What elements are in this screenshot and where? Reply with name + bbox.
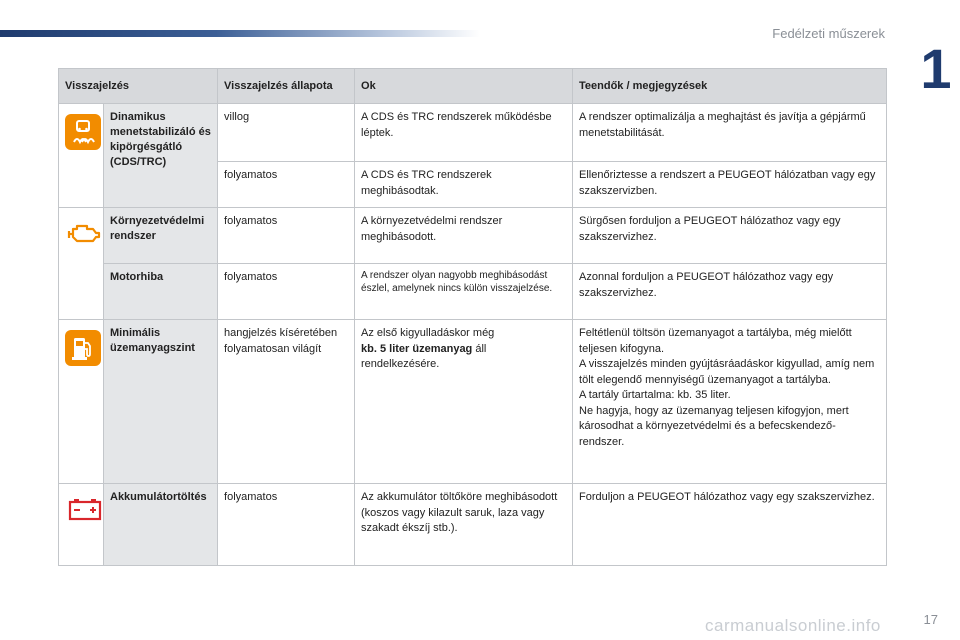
- lamp-action: Sürgősen forduljon a PEUGEOT hálózathoz …: [572, 207, 888, 264]
- lamp-cell: [58, 103, 104, 208]
- col-header-action: Teendők / megjegyzések: [572, 68, 888, 104]
- lamp-name: Környezetvédelmi rendszer: [102, 207, 219, 264]
- lamp-state: folyamatos: [217, 263, 356, 320]
- action-line: A tartály űrtartalma: kb. 35 liter.: [579, 389, 731, 401]
- lamp-state: hangjelzés kíséretében folyamatosan vilá…: [217, 319, 356, 484]
- lamp-cause: A CDS és TRC rendszerek meghibásodtak.: [354, 161, 574, 208]
- battery-icon: [65, 494, 105, 524]
- lamp-state: folyamatos: [217, 161, 356, 208]
- col-header-cause: Ok: [354, 68, 574, 104]
- section-title: Fedélzeti műszerek: [772, 26, 885, 41]
- table-row: Akkumulátortöltés folyamatos Az akkumulá…: [58, 483, 888, 566]
- fuel-pump-icon: [65, 330, 101, 366]
- action-line: Ne hagyja, hogy az üzemanyag teljesen ki…: [579, 404, 849, 448]
- col-header-state: Visszajelzés állapota: [217, 68, 356, 104]
- lamp-action: Ellenőriztesse a rendszert a PEUGEOT hál…: [572, 161, 888, 208]
- table-row: Környezetvédelmi rendszer folyamatos A k…: [58, 207, 888, 320]
- header-gradient-bar: [0, 30, 480, 37]
- lamp-cell: [58, 319, 104, 484]
- lamp-name: Minimális üzemanyagszint: [102, 319, 219, 484]
- table-row: Minimális üzemanyagszint hangjelzés kísé…: [58, 319, 888, 484]
- lamp-state: villog: [217, 103, 356, 162]
- lamp-action: Feltétlenül töltsön üzemanyagot a tartál…: [572, 319, 888, 484]
- table-header-row: Visszajelzés Visszajelzés állapota Ok Te…: [57, 68, 888, 104]
- page-number: 17: [923, 612, 938, 627]
- lamp-action: Forduljon a PEUGEOT hálózathoz vagy egy …: [572, 483, 888, 566]
- lamp-cause: Az akkumulátor töltőköre meghibásodott (…: [354, 483, 574, 566]
- engine-icon: [65, 218, 105, 248]
- lamp-cause: A rendszer olyan nagyobb meghibásodást é…: [354, 263, 574, 320]
- lamp-cause: Az első kigyulladáskor még kb. 5 liter ü…: [354, 319, 574, 484]
- action-line: A visszajelzés minden gyújtásráadáskor k…: [579, 358, 875, 386]
- lamp-state: folyamatos: [217, 483, 356, 566]
- col-header-lamp: Visszajelzés: [57, 68, 219, 104]
- lamp-name: Akkumulátortöltés: [102, 483, 219, 566]
- cause-text: Az első kigyulladáskor még: [361, 327, 495, 339]
- lamp-action: A rendszer optimalizálja a meghajtást és…: [572, 103, 888, 162]
- table-row: Dinamikus menetstabilizáló és kipörgésgá…: [58, 103, 888, 208]
- cause-emphasis: kb. 5 liter üzemanyag: [361, 342, 473, 355]
- lamp-cell: [58, 483, 105, 566]
- skid-car-icon: [65, 114, 101, 150]
- lamp-name: Motorhiba: [102, 263, 219, 320]
- lamp-cause: A környezetvédelmi rendszer meghibásodot…: [354, 207, 574, 264]
- table-row: Motorhiba folyamatos A rendszer olyan na…: [59, 263, 888, 320]
- action-line: Feltétlenül töltsön üzemanyagot a tartál…: [579, 327, 852, 355]
- lamp-state: folyamatos: [217, 207, 356, 264]
- watermark-text: carmanualsonline.info: [705, 616, 881, 635]
- lamp-name: Dinamikus menetstabilizáló és kipörgésgá…: [102, 103, 219, 208]
- lamp-action: Azonnal forduljon a PEUGEOT hálózathoz v…: [572, 263, 888, 320]
- chapter-number: 1: [920, 37, 952, 100]
- lamp-cell: [58, 207, 105, 320]
- lamp-cause: A CDS és TRC rendszerek működésbe léptek…: [354, 103, 574, 162]
- warning-lamp-table: Visszajelzés Visszajelzés állapota Ok Te…: [57, 68, 888, 566]
